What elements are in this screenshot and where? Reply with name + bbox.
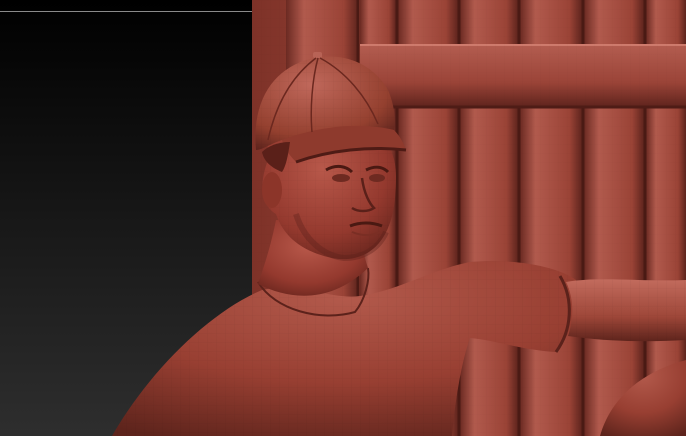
sculpt-render: [112, 0, 686, 436]
ear: [262, 172, 282, 208]
arm: [566, 279, 686, 342]
3d-viewport[interactable]: [0, 0, 686, 436]
